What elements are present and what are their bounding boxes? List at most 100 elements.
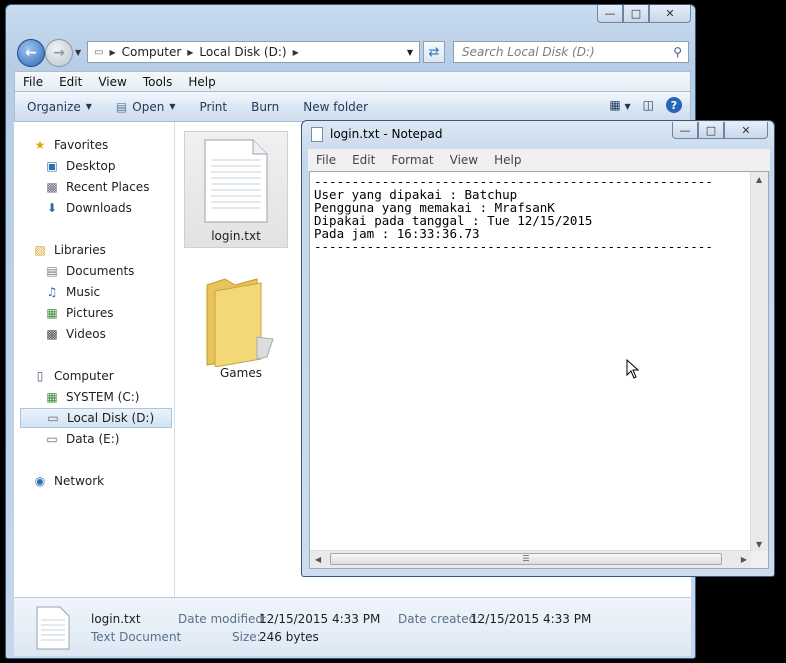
- notepad-menu-edit[interactable]: Edit: [344, 153, 383, 167]
- documents-icon: ▤: [46, 264, 58, 278]
- open-button[interactable]: ▤ Open ▼: [104, 100, 188, 114]
- close-button[interactable]: ✕: [649, 5, 691, 23]
- help-icon[interactable]: ?: [666, 97, 682, 113]
- breadcrumb-computer[interactable]: Computer: [122, 45, 182, 59]
- nav-label: Pictures: [66, 306, 114, 320]
- chevron-right-icon[interactable]: ▶: [109, 48, 115, 57]
- horizontal-scrollbar[interactable]: ◀ ☰ ▶: [310, 550, 752, 568]
- address-dropdown-icon[interactable]: ▼: [407, 48, 413, 57]
- nav-label: Libraries: [54, 243, 106, 257]
- toolbar-right: ▦ ▼ ◫ ?: [609, 97, 682, 113]
- computer-icon: ▯: [36, 369, 44, 383]
- notepad-maximize-button[interactable]: □: [698, 122, 724, 139]
- maximize-button[interactable]: □: [623, 5, 649, 23]
- notepad-caption-buttons: — □ ✕: [672, 122, 768, 139]
- network-icon: ◉: [34, 474, 46, 488]
- nav-favorites[interactable]: ★ Favorites: [32, 135, 192, 155]
- address-bar[interactable]: ▭ ▶ Computer ▶ Local Disk (D:) ▶ ▼: [87, 41, 420, 63]
- details-modified-label: Date modified:: [178, 612, 268, 626]
- refresh-button[interactable]: ⇄: [423, 41, 445, 63]
- details-size-value: 246 bytes: [259, 630, 319, 644]
- nav-libraries[interactable]: ▧ Libraries: [32, 240, 192, 260]
- horizontal-scroll-thumb[interactable]: ☰: [330, 553, 722, 565]
- notepad-minimize-button[interactable]: —: [672, 122, 698, 139]
- desktop-icon: ▣: [46, 159, 58, 173]
- vertical-scrollbar[interactable]: ▲ ▼: [750, 172, 768, 552]
- scroll-up-icon[interactable]: ▲: [756, 175, 762, 184]
- view-options-icon[interactable]: ▦ ▼: [609, 98, 630, 112]
- search-icon[interactable]: ⚲: [673, 45, 682, 59]
- nav-label: Desktop: [66, 159, 116, 173]
- details-file-name: login.txt: [91, 612, 141, 626]
- drive-icon: ▭: [46, 432, 58, 446]
- notepad-menu-view[interactable]: View: [442, 153, 486, 167]
- navigation-pane: ★ Favorites ▣ Desktop ▩ Recent Places ⬇ Down…: [14, 122, 175, 597]
- burn-button[interactable]: Burn: [239, 100, 291, 114]
- nav-label: Favorites: [54, 138, 109, 152]
- back-arrow-icon: ←: [25, 45, 37, 61]
- preview-pane-icon[interactable]: ◫: [643, 98, 654, 112]
- nav-computer[interactable]: ▯ Computer: [32, 366, 192, 386]
- nav-network[interactable]: ◉ Network: [32, 471, 192, 491]
- nav-label: SYSTEM (C:): [66, 390, 140, 404]
- details-modified-value: 12/15/2015 4:33 PM: [259, 612, 381, 626]
- search-input[interactable]: Search Local Disk (D:) ⚲: [453, 41, 689, 63]
- videos-icon: ▩: [46, 327, 58, 341]
- organize-button[interactable]: Organize ▼: [15, 100, 104, 114]
- menu-help[interactable]: Help: [180, 75, 223, 89]
- notepad-menu-help[interactable]: Help: [486, 153, 529, 167]
- print-button[interactable]: Print: [187, 100, 239, 114]
- scroll-down-icon[interactable]: ▼: [756, 540, 762, 549]
- open-label: Open: [132, 99, 165, 114]
- pictures-icon: ▦: [46, 306, 58, 320]
- nav-label: Local Disk (D:): [67, 411, 155, 425]
- scroll-right-icon[interactable]: ▶: [741, 555, 747, 564]
- menu-file[interactable]: File: [15, 75, 51, 89]
- recent-pages-dropdown[interactable]: ▼: [75, 48, 81, 57]
- menu-tools[interactable]: Tools: [135, 75, 181, 89]
- breadcrumb-local-disk[interactable]: Local Disk (D:): [199, 45, 286, 59]
- notepad-menu-file[interactable]: File: [308, 153, 344, 167]
- minimize-button[interactable]: —: [597, 5, 623, 23]
- nav-label: Documents: [66, 264, 135, 278]
- details-file-type: Text Document: [91, 630, 182, 644]
- organize-label: Organize: [27, 99, 81, 114]
- downloads-icon: ⬇: [46, 201, 58, 215]
- nav-label: Data (E:): [66, 432, 120, 446]
- notepad-content[interactable]: ----------------------------------------…: [314, 175, 713, 253]
- menu-view[interactable]: View: [90, 75, 134, 89]
- folder-icon: [206, 278, 274, 368]
- notepad-text-area[interactable]: ----------------------------------------…: [309, 171, 769, 569]
- forward-button[interactable]: →: [45, 39, 73, 67]
- back-button[interactable]: ←: [17, 39, 45, 67]
- notepad-icon: ▤: [115, 99, 128, 114]
- explorer-caption-buttons: — □ ✕: [597, 5, 691, 23]
- size-grip[interactable]: [751, 551, 768, 568]
- file-login-txt[interactable]: login.txt: [184, 131, 288, 248]
- notepad-menu-format[interactable]: Format: [383, 153, 441, 167]
- menu-edit[interactable]: Edit: [51, 75, 90, 89]
- forward-arrow-icon: →: [53, 45, 65, 61]
- nav-label: Downloads: [66, 201, 132, 215]
- search-placeholder: Search Local Disk (D:): [462, 45, 595, 59]
- details-pane: login.txt Text Document Date modified: 1…: [14, 597, 691, 656]
- scroll-left-icon[interactable]: ◀: [315, 555, 321, 564]
- command-bar: Organize ▼ ▤ Open ▼ Print Burn New folder ▦…: [14, 92, 691, 122]
- refresh-icon: ⇄: [428, 44, 440, 60]
- nav-label: Network: [54, 474, 105, 488]
- navigation-bar: ← → ▼ ▭ ▶ Computer ▶ Local Disk (D:) ▶ ▼…: [12, 37, 689, 67]
- notepad-title: login.txt - Notepad: [330, 127, 443, 141]
- nav-local-disk-d[interactable]: ▭ Local Disk (D:): [20, 408, 172, 428]
- text-file-icon: [36, 606, 70, 650]
- notepad-close-button[interactable]: ✕: [724, 122, 768, 139]
- nav-label: Music: [66, 285, 101, 299]
- chevron-right-icon[interactable]: ▶: [293, 48, 299, 57]
- libraries-icon: ▧: [34, 243, 46, 257]
- chevron-right-icon[interactable]: ▶: [187, 48, 193, 57]
- star-icon: ★: [34, 138, 46, 152]
- details-created-value: 12/15/2015 4:33 PM: [470, 612, 592, 626]
- chevron-down-icon[interactable]: ▼: [169, 102, 175, 111]
- folder-games[interactable]: Games: [189, 277, 293, 389]
- recent-places-icon: ▩: [46, 180, 58, 194]
- new-folder-button[interactable]: New folder: [291, 100, 380, 114]
